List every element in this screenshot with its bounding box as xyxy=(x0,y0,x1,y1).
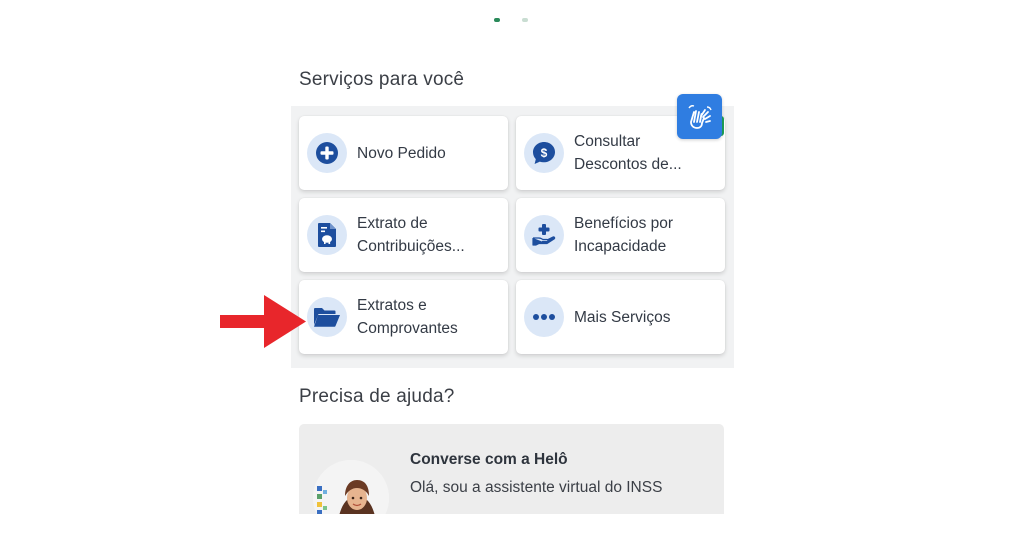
label-line: Benefícios por xyxy=(574,215,674,232)
page-dot xyxy=(522,18,528,22)
page-dot-active xyxy=(494,18,500,22)
service-card-beneficios-incapacidade[interactable]: Benefícios por Incapacidade xyxy=(516,198,725,272)
label-line: Mais Serviços xyxy=(574,308,671,326)
dollar-chat-icon: $ xyxy=(524,133,564,173)
service-card-label: Consultar Descontos de... xyxy=(574,130,690,176)
label-line: Consultar xyxy=(574,133,641,150)
label-line: Comprovantes xyxy=(357,320,458,337)
svg-text:$: $ xyxy=(541,146,548,160)
service-card-label: Novo Pedido xyxy=(357,142,454,165)
services-section-title: Serviços para você xyxy=(299,69,465,90)
document-piggy-icon xyxy=(307,215,347,255)
page-indicator xyxy=(494,16,534,24)
label-line: Contribuições... xyxy=(357,238,465,255)
bottom-crop-mask xyxy=(0,514,1024,536)
more-dots-icon xyxy=(524,297,564,337)
help-card-subtitle: Olá, sou a assistente virtual do INSS xyxy=(410,479,663,496)
plus-circle-icon xyxy=(307,133,347,173)
service-card-mais-servicos[interactable]: Mais Serviços xyxy=(516,280,725,354)
libras-accessibility-button[interactable] xyxy=(677,94,722,139)
service-card-extrato-contribuicoes[interactable]: Extrato de Contribuições... xyxy=(299,198,508,272)
label-line: Descontos de... xyxy=(574,156,682,173)
label-line: Incapacidade xyxy=(574,238,667,255)
app-screen: Serviços para você Novo Pedido $ Consult… xyxy=(0,0,1024,536)
help-section-title: Precisa de ajuda? xyxy=(299,386,455,407)
label-line: Novo Pedido xyxy=(357,144,446,162)
folder-open-icon xyxy=(307,297,347,337)
service-card-label: Extratos e Comprovantes xyxy=(357,294,466,340)
service-card-label: Benefícios por Incapacidade xyxy=(574,212,681,258)
red-arrow-annotation xyxy=(220,295,306,348)
sign-language-hands-icon xyxy=(687,104,712,129)
service-card-novo-pedido[interactable]: Novo Pedido xyxy=(299,116,508,190)
label-line: Extratos e xyxy=(357,297,427,314)
help-card-title: Converse com a Helô xyxy=(410,451,568,468)
service-card-label: Mais Serviços xyxy=(574,306,678,329)
service-card-extratos-comprovantes[interactable]: Extratos e Comprovantes xyxy=(299,280,508,354)
label-line: Extrato de xyxy=(357,215,428,232)
service-card-label: Extrato de Contribuições... xyxy=(357,212,473,258)
hand-plus-icon xyxy=(524,215,564,255)
